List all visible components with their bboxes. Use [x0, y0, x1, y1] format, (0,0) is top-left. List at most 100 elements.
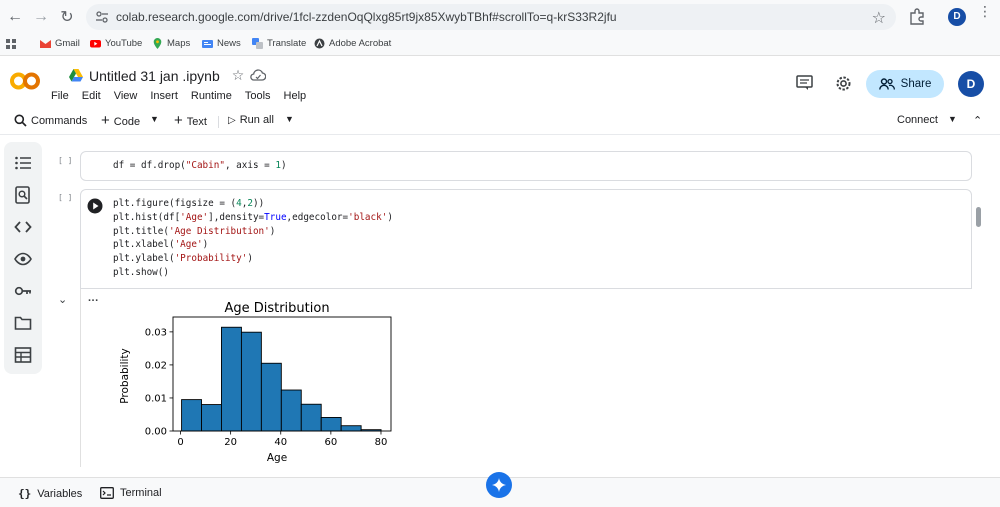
forward-icon[interactable]: → — [30, 6, 52, 28]
bookmark-maps[interactable]: Maps — [152, 38, 190, 49]
text-label: Text — [186, 115, 207, 128]
commands-button[interactable]: Commands — [14, 114, 87, 127]
x-tick-label: 60 — [324, 437, 337, 448]
browser-menu-icon[interactable]: ⋮ — [978, 4, 992, 18]
browser-toolbar: ← → ↻ colab.research.google.com/drive/1f… — [0, 0, 1000, 34]
url-text[interactable]: colab.research.google.com/drive/1fcl-zzd… — [116, 10, 617, 24]
share-label: Share — [900, 78, 932, 90]
notebook-title-row: Untitled 31 jan .ipynb ☆ — [69, 67, 267, 84]
histogram-bar — [260, 362, 282, 432]
table-of-contents-icon[interactable] — [14, 154, 32, 172]
histogram-bar — [280, 389, 302, 432]
code-snippets-icon[interactable] — [14, 218, 32, 236]
key-icon[interactable] — [14, 282, 32, 300]
plus-icon: + — [174, 112, 183, 129]
gemini-assistant-button[interactable] — [486, 472, 512, 498]
menu-view[interactable]: View — [114, 90, 138, 102]
add-text-button[interactable]: + Text — [174, 112, 207, 129]
site-info-icon[interactable] — [94, 9, 110, 25]
run-all-button[interactable]: ▷ Run all — [228, 114, 274, 126]
collapse-header-chevron-icon[interactable]: ⌃ — [973, 114, 982, 127]
code-editor[interactable]: df = df.drop("Cabin", axis = 1) — [113, 159, 287, 173]
bookmark-news[interactable]: News — [202, 38, 241, 49]
terminal-button[interactable]: Terminal — [100, 487, 162, 499]
y-axis-label: Probability — [119, 348, 131, 404]
connect-button[interactable]: Connect — [897, 114, 938, 126]
youtube-icon — [90, 40, 101, 48]
cloud-sync-icon[interactable] — [250, 69, 267, 82]
reload-icon[interactable]: ↻ — [56, 6, 78, 28]
x-tick-label: 40 — [274, 437, 287, 448]
comments-icon[interactable] — [796, 75, 813, 91]
news-icon — [202, 40, 213, 48]
bookmarks-bar: Gmail YouTube Maps News Translate Adobe … — [0, 34, 1000, 56]
back-icon[interactable]: ← — [4, 6, 26, 28]
code-editor[interactable]: plt.figure(figsize = (4,2)) plt.hist(df[… — [113, 197, 393, 280]
collapse-output-chevron-icon[interactable]: ⌄ — [58, 293, 67, 306]
terminal-label: Terminal — [120, 487, 162, 499]
files-folder-icon[interactable] — [14, 314, 32, 332]
colab-logo[interactable] — [10, 70, 40, 92]
search-icon — [14, 114, 27, 127]
play-outline-icon: ▷ — [228, 114, 236, 126]
account-avatar[interactable]: D — [958, 71, 984, 97]
add-code-button[interactable]: + Code — [101, 112, 141, 129]
browser-profile-avatar[interactable]: D — [948, 8, 966, 26]
x-tick-label: 20 — [224, 437, 237, 448]
code-dropdown-chevron-icon[interactable]: ▼ — [150, 114, 159, 124]
histogram-bar — [201, 404, 222, 432]
connect-dropdown-chevron-icon[interactable]: ▼ — [948, 114, 957, 124]
address-bar[interactable]: colab.research.google.com/drive/1fcl-zzd… — [86, 4, 896, 30]
menu-edit[interactable]: Edit — [82, 90, 101, 102]
menu-file[interactable]: File — [51, 90, 69, 102]
menu-bar: File Edit View Insert Runtime Tools Help — [51, 90, 319, 102]
menu-tools[interactable]: Tools — [245, 90, 271, 102]
share-button[interactable]: Share — [866, 70, 944, 98]
notebook-toolbar: Commands + Code ▼ + Text ▷ Run all ▼ Con… — [0, 107, 1000, 135]
histogram-bar — [221, 326, 242, 432]
drive-icon — [69, 69, 83, 82]
menu-insert[interactable]: Insert — [150, 90, 178, 102]
sparkle-icon — [492, 478, 506, 492]
run-cell-button-icon[interactable] — [87, 198, 103, 214]
cell-execution-count: [ ] — [58, 193, 73, 202]
histogram-bar — [320, 417, 342, 432]
notebook-title[interactable]: Untitled 31 jan .ipynb — [89, 68, 220, 84]
settings-gear-icon[interactable] — [835, 75, 852, 92]
code-label: Code — [113, 115, 141, 128]
code-cell-1[interactable]: df = df.drop("Cabin", axis = 1) — [80, 151, 972, 181]
scrollbar-thumb[interactable] — [976, 207, 981, 227]
apps-grid-icon[interactable] — [6, 39, 17, 50]
menu-runtime[interactable]: Runtime — [191, 90, 232, 102]
braces-icon: {} — [18, 487, 32, 500]
commands-label: Commands — [31, 114, 88, 127]
translate-icon — [252, 38, 263, 49]
left-sidebar — [4, 142, 42, 374]
gmail-icon — [40, 40, 51, 48]
x-tick-label: 0 — [177, 437, 183, 448]
bookmark-label: Translate — [267, 38, 307, 49]
output-actions-button[interactable]: ... — [88, 292, 99, 304]
x-tick-label: 80 — [375, 437, 388, 448]
bookmark-adobe-acrobat[interactable]: Adobe Acrobat — [314, 38, 391, 49]
histogram-bar — [300, 403, 322, 432]
connect-label: Connect — [897, 114, 938, 126]
code-cell-2[interactable]: plt.figure(figsize = (4,2)) plt.hist(df[… — [80, 189, 972, 289]
extensions-icon[interactable] — [908, 7, 926, 25]
bookmark-star-icon[interactable]: ☆ — [872, 8, 886, 28]
variables-button[interactable]: {} Variables — [18, 487, 82, 500]
data-table-icon[interactable] — [14, 346, 32, 364]
star-icon[interactable]: ☆ — [232, 67, 245, 84]
bookmark-gmail[interactable]: Gmail — [40, 38, 80, 49]
plus-icon: + — [101, 112, 110, 129]
secrets-eye-icon[interactable] — [14, 250, 32, 268]
y-tick-label: 0.00 — [145, 427, 167, 438]
run-all-dropdown-chevron-icon[interactable]: ▼ — [285, 114, 294, 124]
bookmark-translate[interactable]: Translate — [252, 38, 306, 49]
find-replace-icon[interactable] — [14, 186, 32, 204]
histogram-bar — [240, 331, 262, 432]
menu-help[interactable]: Help — [284, 90, 307, 102]
bookmark-youtube[interactable]: YouTube — [90, 38, 142, 49]
bookmark-label: Maps — [167, 38, 191, 49]
bookmark-label: Adobe Acrobat — [329, 38, 392, 49]
